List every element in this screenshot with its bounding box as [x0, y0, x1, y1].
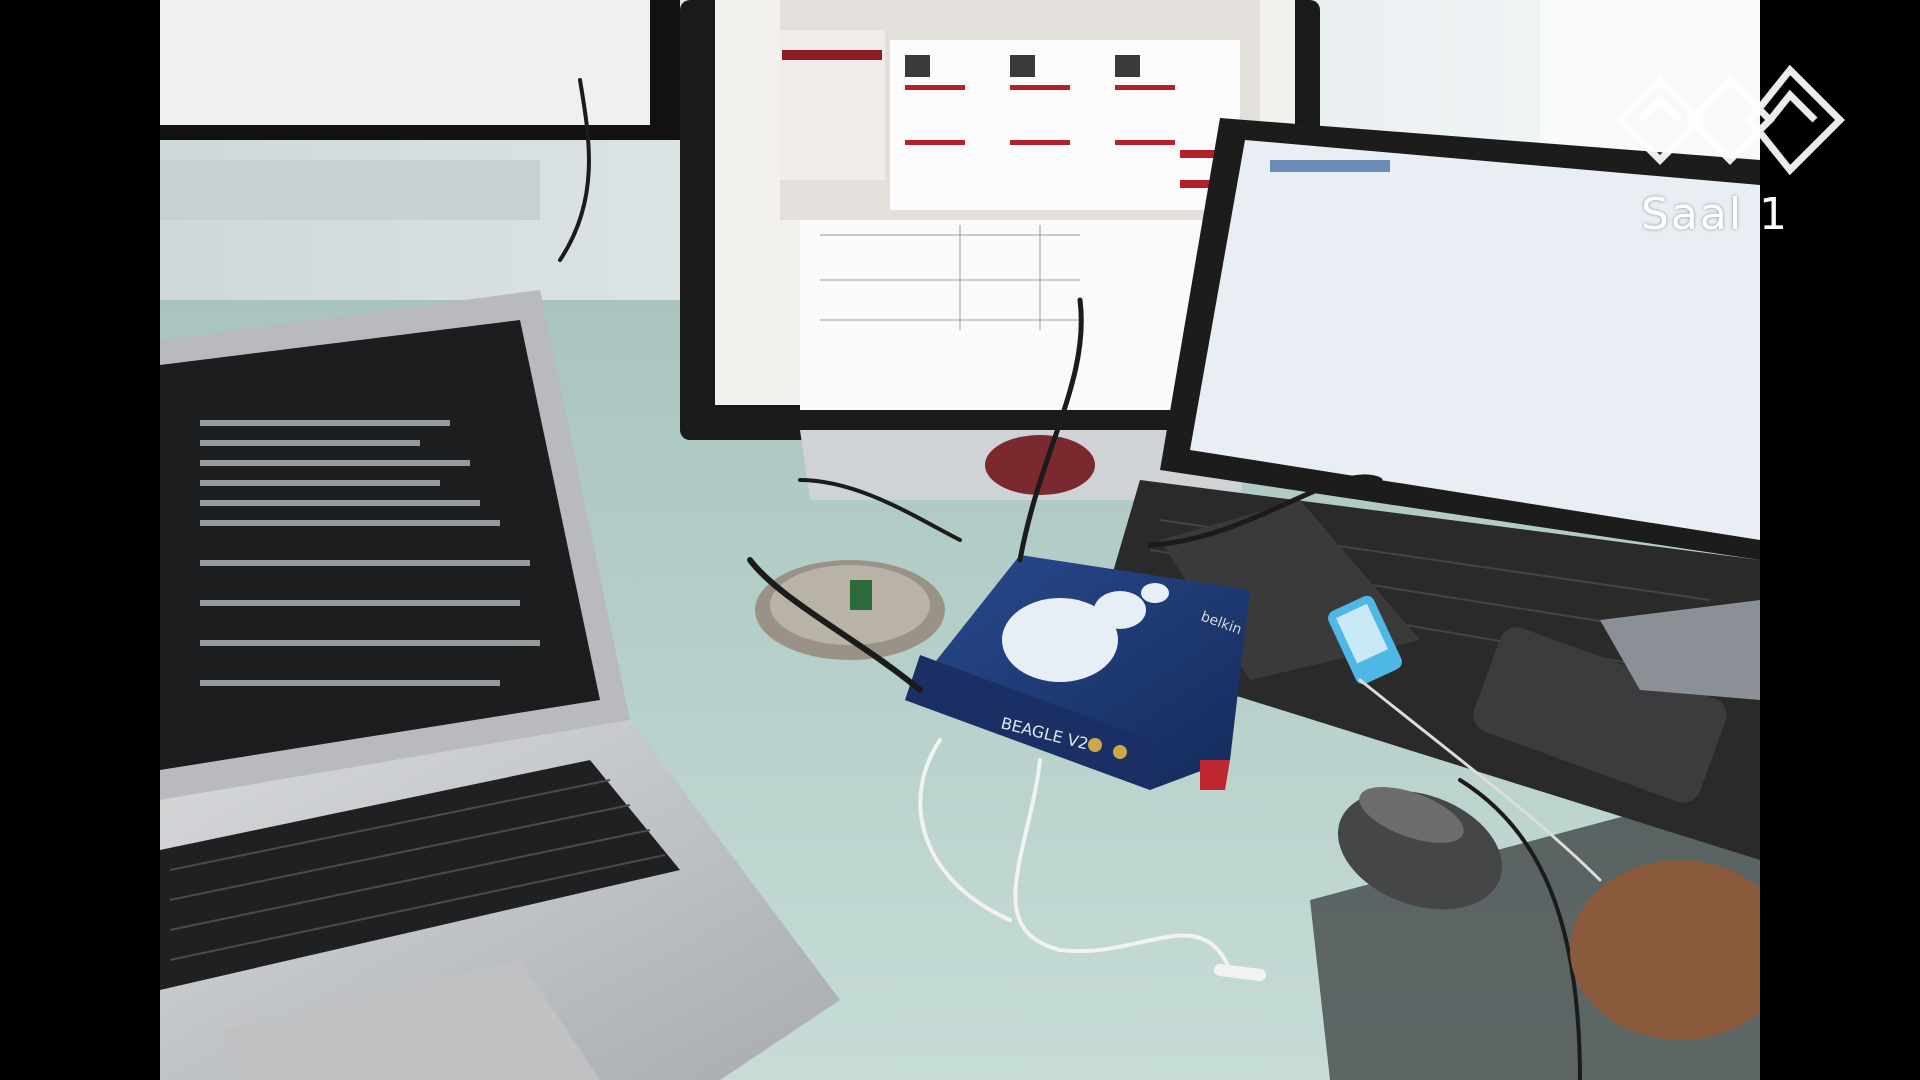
sidebar-header — [782, 50, 882, 60]
monitor-stand — [160, 160, 540, 220]
connector-b — [1113, 745, 1127, 759]
macbook-screen — [160, 320, 600, 770]
channel-label: Saal 1 — [1640, 189, 1790, 240]
desk-photo: BEAGLE V2 belkin — [160, 0, 1760, 1080]
channel-logo: Saal 1 — [1580, 50, 1850, 240]
left-monitor-screen — [160, 0, 650, 125]
connector-a — [1088, 738, 1102, 752]
beagle-logo-circle-small — [1141, 583, 1169, 603]
document-window — [800, 220, 1220, 410]
beagle-logo-circle-medium — [1094, 591, 1146, 629]
small-usb-device — [850, 580, 872, 610]
app-toolbar — [1270, 160, 1390, 172]
photo-frame: BEAGLE V2 belkin — [160, 0, 1760, 1080]
ccc-logo-icon — [1615, 64, 1845, 176]
beagle-corner-badge — [1200, 760, 1230, 790]
